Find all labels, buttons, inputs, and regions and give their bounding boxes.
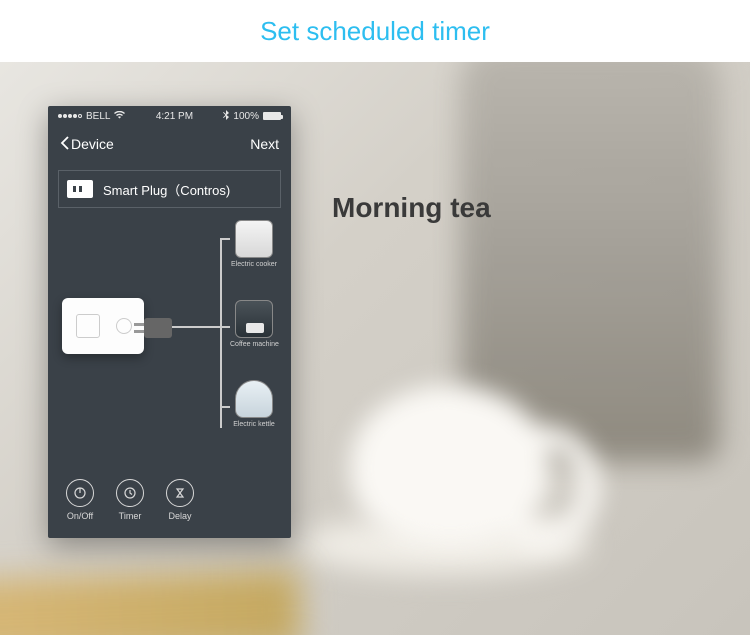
status-bar: BELL 4:21 PM 100% xyxy=(48,106,291,126)
plug-prong-graphic xyxy=(144,318,172,338)
action-label: Timer xyxy=(119,511,142,521)
timer-button[interactable]: Timer xyxy=(116,479,144,521)
battery-icon xyxy=(263,112,281,120)
cooker-icon xyxy=(235,220,273,258)
battery-label: 100% xyxy=(233,111,259,122)
delay-button[interactable]: Delay xyxy=(166,479,194,521)
back-label: Device xyxy=(71,136,114,152)
appliance-label: Electric cooker xyxy=(230,261,278,268)
device-row[interactable]: Smart Plug（Contros) xyxy=(58,170,281,208)
feature-label: Morning tea xyxy=(332,192,491,224)
device-name: Smart Plug（Contros) xyxy=(103,180,230,199)
clock-icon xyxy=(116,479,144,507)
smart-plug-graphic xyxy=(62,298,144,354)
plug-icon xyxy=(67,180,93,198)
kettle-icon xyxy=(235,380,273,418)
nav-bar: Device Next xyxy=(48,126,291,162)
appliance-cooker[interactable]: Electric cooker xyxy=(230,220,278,268)
appliance-label: Electric kettle xyxy=(230,421,278,428)
power-icon xyxy=(66,479,94,507)
page-title: Set scheduled timer xyxy=(260,16,490,47)
page-header: Set scheduled timer xyxy=(0,0,750,62)
scene-background: Morning tea BELL 4:21 PM 100% xyxy=(0,62,750,635)
appliance-label: Coffee machine xyxy=(230,341,278,348)
bluetooth-icon xyxy=(223,110,229,123)
appliance-coffee[interactable]: Coffee machine xyxy=(230,300,278,348)
coffee-machine-icon xyxy=(235,300,273,338)
appliance-kettle[interactable]: Electric kettle xyxy=(230,380,278,428)
bg-book xyxy=(0,569,301,635)
bottom-actions: On/Off Timer Delay xyxy=(48,470,291,538)
carrier-label: BELL xyxy=(86,111,110,122)
wire-branch xyxy=(220,326,230,328)
status-right: 100% xyxy=(223,110,281,123)
signal-dots-icon xyxy=(58,114,82,118)
action-label: On/Off xyxy=(67,511,93,521)
wire-vertical xyxy=(220,238,222,428)
next-button[interactable]: Next xyxy=(250,136,279,152)
wire-branch xyxy=(220,406,230,408)
wifi-icon xyxy=(114,111,125,122)
clock-label: 4:21 PM xyxy=(156,111,193,122)
device-diagram: Electric cooker Coffee machine Electric … xyxy=(48,208,291,470)
wire-horizontal xyxy=(172,326,222,328)
bg-cup xyxy=(350,385,550,545)
wire-branch xyxy=(220,238,230,240)
phone-mockup: BELL 4:21 PM 100% Device Next xyxy=(48,106,291,538)
back-button[interactable]: Device xyxy=(60,136,114,153)
onoff-button[interactable]: On/Off xyxy=(66,479,94,521)
action-label: Delay xyxy=(168,511,191,521)
status-left: BELL xyxy=(58,111,125,122)
chevron-left-icon xyxy=(60,136,69,153)
hourglass-icon xyxy=(166,479,194,507)
